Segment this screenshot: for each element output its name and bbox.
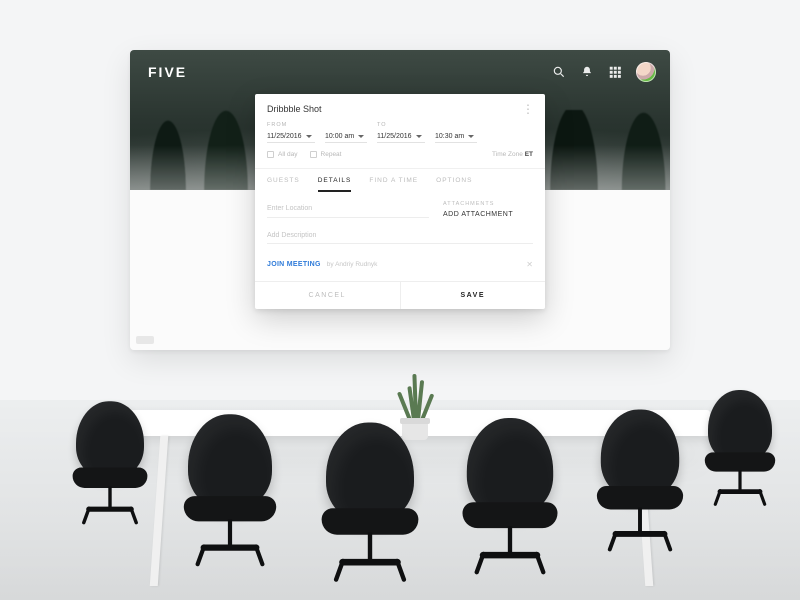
timezone-label: Time Zone: [492, 151, 523, 158]
add-attachment-link[interactable]: ADD ATTACHMENT: [443, 211, 533, 218]
modal-title: Dribbble Shot: [267, 104, 322, 114]
to-date-field: TO 11/25/2016: [377, 122, 425, 143]
attachments-block: ATTACHMENTS ADD ATTACHMENT: [443, 201, 533, 218]
chevron-down-icon: [416, 135, 422, 138]
from-date-select[interactable]: 11/25/2016: [267, 131, 315, 143]
more-icon[interactable]: ⋮: [522, 106, 533, 112]
save-button[interactable]: SAVE: [400, 282, 546, 309]
app-screen: FIVE Dribbble Sho: [130, 50, 670, 350]
from-time-field: 10:00 am: [325, 122, 367, 143]
from-label: FROM: [267, 122, 315, 128]
join-meeting-row: JOIN MEETING by Andriy Rudnyk ✕: [267, 254, 533, 281]
to-time-select[interactable]: 10:30 am: [435, 131, 477, 143]
modal-body: Enter Location ATTACHMENTS ADD ATTACHMEN…: [255, 191, 545, 281]
join-meeting-author: by Andriy Rudnyk: [327, 261, 378, 268]
chair: [178, 414, 283, 572]
to-label: TO: [377, 122, 425, 128]
tab-options[interactable]: OPTIONS: [436, 169, 472, 191]
event-modal: Dribbble Shot ⋮ FROM 11/25/2016: [255, 94, 545, 309]
join-meeting-link[interactable]: JOIN MEETING: [267, 261, 321, 268]
timezone[interactable]: Time Zone ET: [492, 151, 533, 158]
search-icon[interactable]: [552, 65, 566, 79]
chair: [700, 390, 780, 510]
all-day-checkbox[interactable]: All day: [267, 151, 298, 158]
cancel-button[interactable]: CANCEL: [255, 282, 400, 309]
modal-tabs: GUESTS DETAILS FIND A TIME OPTIONS: [255, 168, 545, 191]
close-icon[interactable]: ✕: [526, 260, 533, 269]
brand-logo: FIVE: [148, 64, 187, 80]
chevron-down-icon: [468, 135, 474, 138]
grid-icon[interactable]: [608, 65, 622, 79]
tab-find-a-time[interactable]: FIND A TIME: [369, 169, 418, 191]
datetime-row: FROM 11/25/2016 10:00 am: [255, 122, 545, 143]
to-date-value: 11/25/2016: [377, 133, 412, 140]
to-date-select[interactable]: 11/25/2016: [377, 131, 425, 143]
checkbox-icon: [267, 151, 274, 158]
from-time-value: 10:00 am: [325, 133, 354, 140]
options-row: All day Repeat Time Zone ET: [255, 143, 545, 168]
description-input[interactable]: Add Description: [267, 228, 533, 244]
attachments-label: ATTACHMENTS: [443, 201, 533, 207]
to-time-field: 10:30 am: [435, 122, 477, 143]
location-input[interactable]: Enter Location: [267, 201, 429, 218]
monitor: FIVE Dribbble Sho: [130, 50, 670, 350]
chair: [456, 418, 564, 580]
chair: [591, 410, 689, 557]
chair: [315, 423, 425, 588]
avatar[interactable]: [636, 62, 656, 82]
repeat-label: Repeat: [321, 151, 342, 158]
from-time-select[interactable]: 10:00 am: [325, 131, 367, 143]
tab-guests[interactable]: GUESTS: [267, 169, 300, 191]
from-date-value: 11/25/2016: [267, 133, 302, 140]
checkbox-icon: [310, 151, 317, 158]
header-actions: [552, 62, 656, 82]
chair: [68, 401, 153, 529]
modal-actions: CANCEL SAVE: [255, 281, 545, 309]
bell-icon[interactable]: [580, 65, 594, 79]
chevron-down-icon: [358, 135, 364, 138]
tab-details[interactable]: DETAILS: [318, 169, 352, 191]
all-day-label: All day: [278, 151, 298, 158]
repeat-checkbox[interactable]: Repeat: [310, 151, 342, 158]
timezone-value: ET: [525, 151, 533, 158]
room-backdrop: FIVE Dribbble Sho: [0, 0, 800, 600]
from-date-field: FROM 11/25/2016: [267, 122, 315, 143]
to-time-value: 10:30 am: [435, 133, 464, 140]
chevron-down-icon: [306, 135, 312, 138]
